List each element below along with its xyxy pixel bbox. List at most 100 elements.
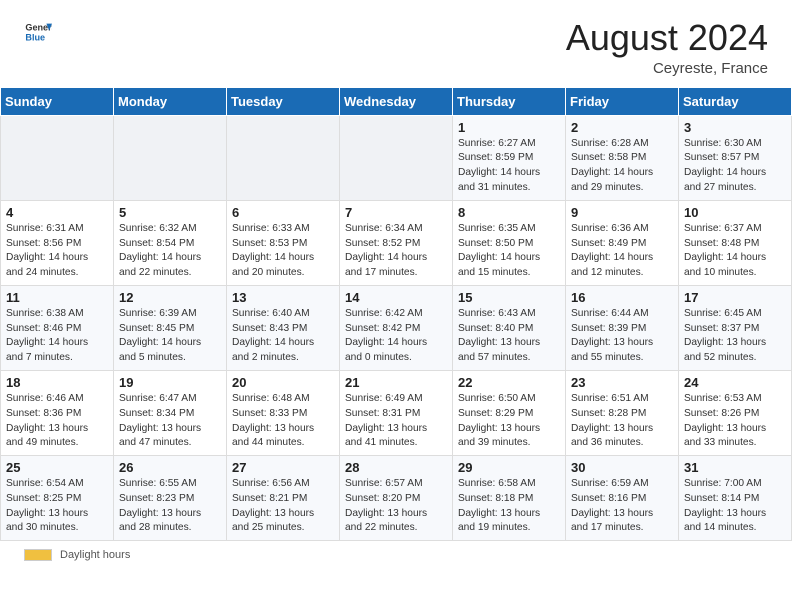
day-number: 18 — [6, 375, 108, 390]
day-info: Sunrise: 6:33 AM Sunset: 8:53 PM Dayligh… — [232, 222, 334, 281]
day-info: Sunrise: 6:53 AM Sunset: 8:26 PM Dayligh… — [684, 392, 786, 451]
day-info: Sunrise: 6:57 AM Sunset: 8:20 PM Dayligh… — [345, 477, 447, 536]
calendar-cell: 19 Sunrise: 6:47 AM Sunset: 8:34 PM Dayli… — [114, 370, 227, 455]
day-number: 15 — [458, 290, 560, 305]
day-number: 16 — [571, 290, 673, 305]
daylight-label: Daylight hours — [60, 549, 130, 561]
calendar-cell: 2 Sunrise: 6:28 AM Sunset: 8:58 PM Daylig… — [566, 115, 679, 200]
weekday-header-friday: Friday — [566, 87, 679, 115]
day-info: Sunrise: 6:44 AM Sunset: 8:39 PM Dayligh… — [571, 307, 673, 366]
day-info: Sunrise: 6:50 AM Sunset: 8:29 PM Dayligh… — [458, 392, 560, 451]
week-row-3: 11 Sunrise: 6:38 AM Sunset: 8:46 PM Dayli… — [1, 285, 792, 370]
day-number: 27 — [232, 460, 334, 475]
logo: General Blue — [24, 18, 52, 46]
calendar-cell: 20Sunrise: 6:48 AM Sunset: 8:33 PM Dayli… — [227, 370, 340, 455]
day-number: 25 — [6, 460, 108, 475]
calendar-cell — [340, 115, 453, 200]
week-row-2: 4Sunrise: 6:31 AM Sunset: 8:56 PM Daylig… — [1, 200, 792, 285]
day-number: 5 — [119, 205, 221, 220]
day-number: 14 — [345, 290, 447, 305]
calendar-cell: 23 Sunrise: 6:51 AM Sunset: 8:28 PM Dayli… — [566, 370, 679, 455]
day-number: 11 — [6, 290, 108, 305]
week-row-5: 25Sunrise: 6:54 AM Sunset: 8:25 PM Dayli… — [1, 456, 792, 541]
calendar: SundayMondayTuesdayWednesdayThursdayFrid… — [0, 87, 792, 542]
calendar-cell: 9 Sunrise: 6:36 AM Sunset: 8:49 PM Daylig… — [566, 200, 679, 285]
day-number: 23 — [571, 375, 673, 390]
calendar-cell: 25Sunrise: 6:54 AM Sunset: 8:25 PM Dayli… — [1, 456, 114, 541]
calendar-cell — [227, 115, 340, 200]
day-info: Sunrise: 6:38 AM Sunset: 8:46 PM Dayligh… — [6, 307, 108, 366]
calendar-cell: 10 Sunrise: 6:37 AM Sunset: 8:48 PM Dayli… — [679, 200, 792, 285]
day-number: 29 — [458, 460, 560, 475]
day-info: Sunrise: 6:47 AM Sunset: 8:34 PM Dayligh… — [119, 392, 221, 451]
weekday-header-thursday: Thursday — [453, 87, 566, 115]
calendar-cell: 18 Sunrise: 6:46 AM Sunset: 8:36 PM Dayli… — [1, 370, 114, 455]
calendar-cell: 11 Sunrise: 6:38 AM Sunset: 8:46 PM Dayli… — [1, 285, 114, 370]
day-number: 10 — [684, 205, 786, 220]
calendar-cell — [1, 115, 114, 200]
day-number: 7 — [345, 205, 447, 220]
day-number: 17 — [684, 290, 786, 305]
day-info: Sunrise: 6:51 AM Sunset: 8:28 PM Dayligh… — [571, 392, 673, 451]
calendar-cell: 21 Sunrise: 6:49 AM Sunset: 8:31 PM Dayli… — [340, 370, 453, 455]
day-number: 4 — [6, 205, 108, 220]
day-info: Sunrise: 6:32 AM Sunset: 8:54 PM Dayligh… — [119, 222, 221, 281]
day-info: Sunrise: 6:28 AM Sunset: 8:58 PM Dayligh… — [571, 137, 673, 196]
calendar-cell: 22 Sunrise: 6:50 AM Sunset: 8:29 PM Dayli… — [453, 370, 566, 455]
calendar-cell: 26 Sunrise: 6:55 AM Sunset: 8:23 PM Dayli… — [114, 456, 227, 541]
day-info: Sunrise: 6:55 AM Sunset: 8:23 PM Dayligh… — [119, 477, 221, 536]
day-info: Sunrise: 6:40 AM Sunset: 8:43 PM Dayligh… — [232, 307, 334, 366]
day-info: Sunrise: 6:36 AM Sunset: 8:49 PM Dayligh… — [571, 222, 673, 281]
day-info: Sunrise: 6:42 AM Sunset: 8:42 PM Dayligh… — [345, 307, 447, 366]
calendar-cell: 5 Sunrise: 6:32 AM Sunset: 8:54 PM Daylig… — [114, 200, 227, 285]
day-number: 13 — [232, 290, 334, 305]
header: General Blue August 2024 Ceyreste, Franc… — [0, 0, 792, 87]
title-block: August 2024 Ceyreste, France — [566, 18, 768, 77]
calendar-cell: 8Sunrise: 6:35 AM Sunset: 8:50 PM Daylig… — [453, 200, 566, 285]
weekday-header-monday: Monday — [114, 87, 227, 115]
day-info: Sunrise: 6:37 AM Sunset: 8:48 PM Dayligh… — [684, 222, 786, 281]
calendar-cell: 16 Sunrise: 6:44 AM Sunset: 8:39 PM Dayli… — [566, 285, 679, 370]
week-row-1: 1Sunrise: 6:27 AM Sunset: 8:59 PM Daylig… — [1, 115, 792, 200]
day-number: 30 — [571, 460, 673, 475]
day-info: Sunrise: 6:46 AM Sunset: 8:36 PM Dayligh… — [6, 392, 108, 451]
day-number: 26 — [119, 460, 221, 475]
day-number: 28 — [345, 460, 447, 475]
calendar-cell: 14 Sunrise: 6:42 AM Sunset: 8:42 PM Dayli… — [340, 285, 453, 370]
day-number: 31 — [684, 460, 786, 475]
day-info: Sunrise: 6:30 AM Sunset: 8:57 PM Dayligh… — [684, 137, 786, 196]
calendar-cell: 3 Sunrise: 6:30 AM Sunset: 8:57 PM Daylig… — [679, 115, 792, 200]
day-number: 9 — [571, 205, 673, 220]
calendar-cell: 27 Sunrise: 6:56 AM Sunset: 8:21 PM Dayli… — [227, 456, 340, 541]
day-number: 2 — [571, 120, 673, 135]
calendar-cell: 30 Sunrise: 6:59 AM Sunset: 8:16 PM Dayli… — [566, 456, 679, 541]
weekday-header-row: SundayMondayTuesdayWednesdayThursdayFrid… — [1, 87, 792, 115]
calendar-cell: 1Sunrise: 6:27 AM Sunset: 8:59 PM Daylig… — [453, 115, 566, 200]
location: Ceyreste, France — [566, 60, 768, 77]
calendar-cell: 7Sunrise: 6:34 AM Sunset: 8:52 PM Daylig… — [340, 200, 453, 285]
footer: Daylight hours — [0, 541, 792, 567]
day-info: Sunrise: 6:39 AM Sunset: 8:45 PM Dayligh… — [119, 307, 221, 366]
day-info: Sunrise: 6:58 AM Sunset: 8:18 PM Dayligh… — [458, 477, 560, 536]
calendar-cell: 17Sunrise: 6:45 AM Sunset: 8:37 PM Dayli… — [679, 285, 792, 370]
day-number: 6 — [232, 205, 334, 220]
day-info: Sunrise: 6:27 AM Sunset: 8:59 PM Dayligh… — [458, 137, 560, 196]
calendar-cell: 28 Sunrise: 6:57 AM Sunset: 8:20 PM Dayli… — [340, 456, 453, 541]
day-number: 21 — [345, 375, 447, 390]
day-info: Sunrise: 6:35 AM Sunset: 8:50 PM Dayligh… — [458, 222, 560, 281]
day-info: Sunrise: 6:56 AM Sunset: 8:21 PM Dayligh… — [232, 477, 334, 536]
calendar-cell: 31 Sunrise: 7:00 AM Sunset: 8:14 PM Dayli… — [679, 456, 792, 541]
calendar-cell: 12 Sunrise: 6:39 AM Sunset: 8:45 PM Dayli… — [114, 285, 227, 370]
calendar-cell — [114, 115, 227, 200]
day-number: 12 — [119, 290, 221, 305]
day-info: Sunrise: 6:49 AM Sunset: 8:31 PM Dayligh… — [345, 392, 447, 451]
weekday-header-tuesday: Tuesday — [227, 87, 340, 115]
calendar-cell: 29 Sunrise: 6:58 AM Sunset: 8:18 PM Dayli… — [453, 456, 566, 541]
day-info: Sunrise: 6:59 AM Sunset: 8:16 PM Dayligh… — [571, 477, 673, 536]
day-info: Sunrise: 7:00 AM Sunset: 8:14 PM Dayligh… — [684, 477, 786, 536]
day-number: 22 — [458, 375, 560, 390]
day-number: 19 — [119, 375, 221, 390]
day-number: 3 — [684, 120, 786, 135]
weekday-header-sunday: Sunday — [1, 87, 114, 115]
calendar-cell: 24Sunrise: 6:53 AM Sunset: 8:26 PM Dayli… — [679, 370, 792, 455]
